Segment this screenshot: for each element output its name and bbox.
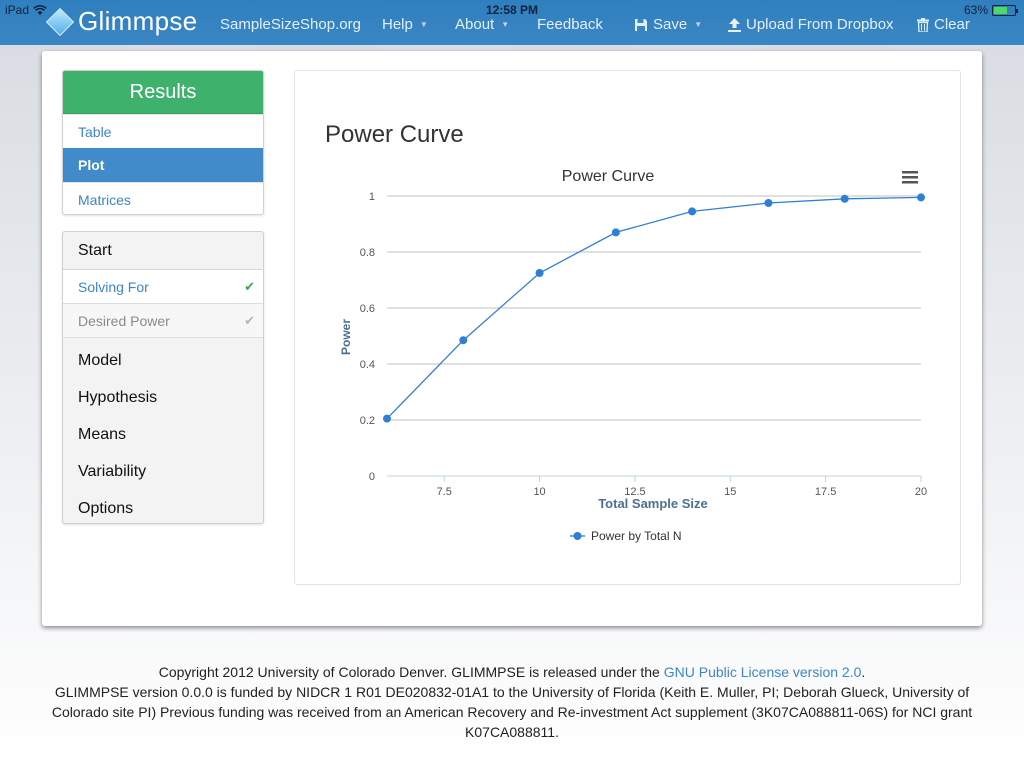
step-variability[interactable]: Variability [63,453,263,490]
x-axis-ticks: 7.5 10 12.5 15 17.5 20 [437,476,927,498]
step-options[interactable]: Options [63,490,263,523]
nav-upload-button[interactable]: Upload From Dropbox [728,16,894,33]
chevron-down-icon: ▼ [501,20,510,29]
y-tick-label: 0.8 [360,247,375,259]
y-axis-ticks: 0 0.2 0.4 0.6 0.8 1 [360,191,375,483]
nav-clear-label: Clear [934,16,970,33]
data-point[interactable] [917,193,925,202]
footer: Copyright 2012 University of Colorado De… [30,662,994,742]
footer-funding: GLIMMPSE version 0.0.0 is funded by NIDC… [51,684,973,740]
data-point[interactable] [764,199,773,207]
chevron-down-icon: ▼ [419,20,428,29]
nav-help-menu[interactable]: Help ▼ [382,16,428,33]
x-tick-label: 10 [533,486,545,498]
chart-title: Power Curve [562,168,655,185]
nav-samplesizeshop-link[interactable]: SampleSizeShop.org [220,16,361,33]
nav-save-label: Save [653,16,688,33]
results-item-table[interactable]: Table [63,114,263,148]
legend-label: Power by Total N [591,529,682,543]
legend-marker [573,532,582,540]
nav-help-label: Help [382,16,413,33]
checkmark-icon: ✔ [244,313,255,328]
data-point[interactable] [611,228,620,237]
substep-desired-power-label: Desired Power [78,313,170,329]
license-link[interactable]: GNU Public License version 2.0 [664,664,862,680]
nav-save-menu[interactable]: Save ▼ [634,16,702,33]
data-point[interactable] [535,269,544,277]
data-point[interactable] [459,336,468,345]
chart-legend[interactable]: Power by Total N [570,529,682,543]
x-tick-label: 7.5 [437,486,452,498]
y-tick-label: 0.4 [360,359,375,371]
save-icon [635,18,647,31]
x-axis-label: Total Sample Size [598,496,708,511]
results-item-plot[interactable]: Plot [63,148,263,182]
chevron-down-icon: ▼ [694,20,703,29]
step-hypothesis[interactable]: Hypothesis [63,379,263,416]
substep-desired-power[interactable]: Desired Power ✔ [63,304,263,338]
checkmark-icon: ✔ [244,279,255,294]
navbar: Glimmpse SampleSizeShop.org Help ▼ About ▼… [0,0,1024,48]
brand[interactable]: Glimmpse [45,6,198,37]
nav-about-label: About [455,16,495,33]
glimmpse-logo-icon [45,7,75,36]
footer-line-1: Copyright 2012 University of Colorado De… [30,662,994,682]
y-tick-label: 1 [369,191,375,203]
nav-upload-label: Upload From Dropbox [746,16,894,33]
brand-name: Glimmpse [78,6,198,36]
step-means[interactable]: Means [63,416,263,453]
nav-feedback-link[interactable]: Feedback [537,16,603,33]
y-tick-label: 0 [369,471,375,483]
steps-panel: Start Solving For ✔ Desired Power ✔ Mode… [62,231,264,524]
x-tick-label: 17.5 [815,486,836,498]
y-tick-label: 0.6 [360,303,375,315]
main-card: Results Table Plot Matrices Start Solvin… [42,51,982,626]
data-point[interactable] [840,194,849,203]
substep-solving-for[interactable]: Solving For ✔ [63,270,263,304]
nav-samplesizeshop-label: SampleSizeShop.org [220,16,361,33]
results-header: Results [63,71,263,114]
step-start[interactable]: Start [63,232,263,270]
chart-menu-icon[interactable] [900,167,920,187]
y-tick-label: 0.2 [360,415,375,427]
data-point[interactable] [688,207,697,216]
upload-icon [728,17,741,32]
power-curve-chart: Power Curve 00.20.40.60.81 7.5 10 12.5 15 17… [339,167,927,543]
x-tick-label: 15 [724,486,736,498]
trash-icon [917,17,929,32]
results-panel: Results Table Plot Matrices [62,70,264,215]
results-item-matrices[interactable]: Matrices [63,182,263,214]
y-axis-label: Power [339,319,353,355]
data-point[interactable] [383,414,391,423]
nav-clear-button[interactable]: Clear [917,16,970,33]
footer-copyright: Copyright 2012 University of Colorado De… [158,664,664,680]
plot-panel: Power Curve Power Curve 0 0.2 0.4 0.6 0.8 1 7… [294,70,961,585]
substep-solving-for-label: Solving For [78,279,149,295]
step-model[interactable]: Model [63,342,263,379]
x-tick-label: 20 [915,486,927,498]
nav-about-menu[interactable]: About ▼ [455,16,509,33]
nav-feedback-label: Feedback [537,16,603,33]
footer-period: . [861,664,866,680]
